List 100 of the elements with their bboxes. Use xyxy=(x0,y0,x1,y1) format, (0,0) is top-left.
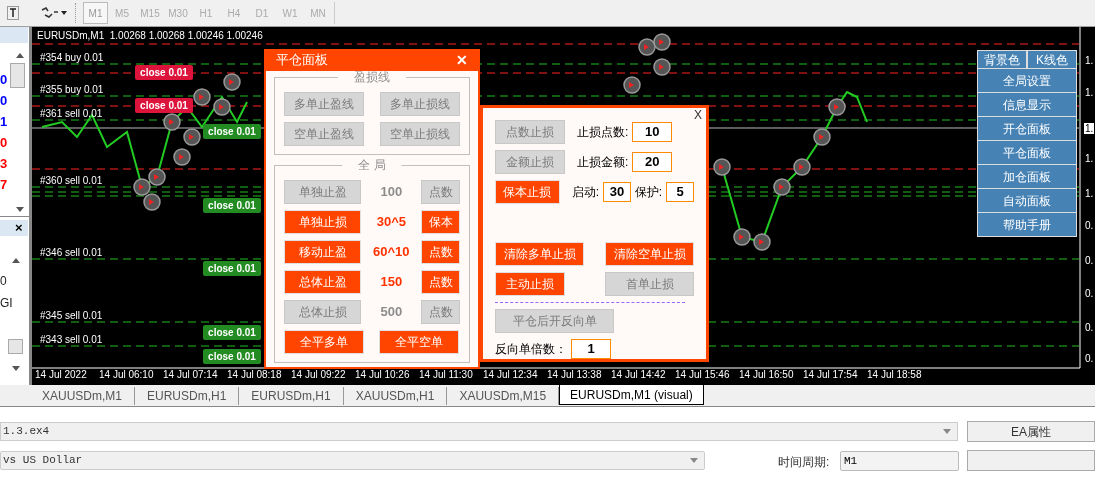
close-icon[interactable]: X xyxy=(694,108,702,122)
input-field[interactable]: 30 xyxy=(603,182,631,202)
timeframe-button[interactable]: MN xyxy=(304,2,332,24)
chart-header: EURUSDm,M1 1.00268 1.00268 1.00246 1.00246 xyxy=(37,30,263,42)
input-field[interactable]: 10 xyxy=(632,122,673,142)
panel-button[interactable]: 点数 xyxy=(421,240,460,264)
panel-button[interactable]: 清除空单止损 xyxy=(605,242,694,266)
input-field[interactable]: 20 xyxy=(632,152,673,172)
menu-button[interactable]: 加仓面板 xyxy=(977,165,1077,189)
trade-marker-icon xyxy=(828,98,846,116)
panel-title: 平仓面板 xyxy=(276,51,328,70)
price-label: 0. xyxy=(1084,220,1095,231)
dropdown-arrow-icon[interactable] xyxy=(943,429,951,434)
menu-button[interactable]: 平仓面板 xyxy=(977,141,1077,165)
chart-tab[interactable]: EURUSDm,H1 xyxy=(135,387,240,405)
panel-button[interactable]: 全平多单 xyxy=(284,330,364,354)
close-order-button[interactable]: close 0.01 xyxy=(203,261,261,276)
time-label: 14 Jul 18:58 xyxy=(867,369,922,381)
trade-marker-icon xyxy=(133,178,151,196)
symbol-dropdown[interactable]: vs US Dollar xyxy=(0,451,705,470)
dropdown-arrow-icon[interactable] xyxy=(690,458,698,463)
timeframe-button[interactable]: D1 xyxy=(248,2,276,24)
close-order-button[interactable]: close 0.01 xyxy=(203,325,261,340)
tester-button[interactable]: EA属性 xyxy=(967,421,1095,442)
panel-button[interactable]: 主动止损 xyxy=(495,272,565,296)
scroll-up-icon[interactable] xyxy=(16,53,24,58)
panel-button[interactable]: 总体止盈 xyxy=(284,270,362,294)
value-text: GI xyxy=(0,295,13,311)
trade-marker-icon xyxy=(163,113,181,131)
close-order-button[interactable]: close 0.01 xyxy=(135,98,193,113)
input-field[interactable]: 5 xyxy=(666,182,694,202)
field-label: 止损点数: xyxy=(577,124,629,141)
objects-dropdown-icon[interactable] xyxy=(41,7,67,19)
chart-tab[interactable]: XAUUSDm,M1 xyxy=(30,387,135,405)
menu-button[interactable]: 自动面板 xyxy=(977,189,1077,213)
panel-button[interactable]: 单独止损 xyxy=(284,210,362,234)
menu-button[interactable]: 开仓面板 xyxy=(977,117,1077,141)
panel-button[interactable]: 保本止损 xyxy=(495,180,560,204)
menu-button[interactable]: K线色 xyxy=(1027,50,1077,69)
trade-marker-icon xyxy=(713,158,731,176)
trade-marker-icon xyxy=(223,73,241,91)
menu-button[interactable]: 全局设置 xyxy=(977,69,1077,93)
value-text: 1 xyxy=(0,113,9,131)
timeframe-button[interactable]: H4 xyxy=(220,2,248,24)
close-icon[interactable]: × xyxy=(15,220,23,236)
price-label: 1. xyxy=(1084,55,1095,66)
panel-button[interactable]: 保本 xyxy=(421,210,460,234)
chart-tab[interactable]: EURUSDm,H1 xyxy=(239,387,344,405)
trade-marker-icon xyxy=(753,233,771,251)
timeframe-button[interactable]: M30 xyxy=(164,2,192,24)
value-text: 3 xyxy=(0,155,9,173)
close-order-button[interactable]: close 0.01 xyxy=(135,65,193,80)
trade-marker-icon xyxy=(213,98,231,116)
scroll-up-icon[interactable] xyxy=(12,258,20,263)
scrollbar-thumb[interactable] xyxy=(8,339,23,354)
order-label: #361 sell 0.01 xyxy=(40,108,103,119)
close-order-button[interactable]: close 0.01 xyxy=(203,349,261,364)
panel-button[interactable]: 全平空单 xyxy=(379,330,459,354)
order-label: #355 buy 0.01 xyxy=(40,84,104,95)
period-dropdown[interactable]: M1 xyxy=(840,451,959,471)
price-label: 0. xyxy=(1084,322,1095,333)
field-label: 反向单倍数： xyxy=(495,341,567,358)
panel-button[interactable]: 点数 xyxy=(421,270,460,294)
panel-button[interactable]: 移动止盈 xyxy=(284,240,362,264)
menu-button[interactable]: 背景色 xyxy=(977,50,1027,69)
value-text: 0 xyxy=(0,71,9,89)
timeframe-button[interactable]: M15 xyxy=(136,2,164,24)
price-label: 1. xyxy=(1084,188,1095,199)
price-label: 0. xyxy=(1084,255,1095,266)
scrollbar-thumb[interactable] xyxy=(10,63,25,88)
trade-marker-icon xyxy=(148,168,166,186)
scroll-down-icon[interactable] xyxy=(12,366,20,371)
timeframe-button[interactable]: M5 xyxy=(108,2,136,24)
close-icon[interactable]: ✕ xyxy=(456,49,468,71)
trade-marker-icon xyxy=(773,178,791,196)
chart-tab[interactable]: XAUUSDm,H1 xyxy=(343,387,448,405)
timeframe-button[interactable]: H1 xyxy=(192,2,220,24)
setting-value: 150 xyxy=(379,273,404,292)
order-label: #354 buy 0.01 xyxy=(40,52,104,63)
text-tool-icon[interactable] xyxy=(7,6,19,20)
time-label: 14 Jul 08:18 xyxy=(227,369,282,381)
dropdown-value: 1.3.ex4 xyxy=(2,424,50,440)
panel-button[interactable]: 清除多单止损 xyxy=(495,242,584,266)
timeframe-button[interactable]: W1 xyxy=(276,2,304,24)
field-label: 止损金额: xyxy=(577,154,629,171)
close-order-button[interactable]: close 0.01 xyxy=(203,198,261,213)
value-text: 7 xyxy=(0,176,9,194)
trade-marker-icon xyxy=(733,228,751,246)
input-field[interactable]: 1 xyxy=(571,339,611,359)
scroll-down-icon[interactable] xyxy=(16,207,24,212)
expert-dropdown[interactable]: 1.3.ex4 xyxy=(0,422,958,441)
trade-marker-icon xyxy=(183,128,201,146)
close-order-button[interactable]: close 0.01 xyxy=(203,124,261,139)
menu-button[interactable]: 帮助手册 xyxy=(977,213,1077,237)
timeframe-button[interactable]: M1 xyxy=(83,2,108,24)
chart-tab[interactable]: EURUSDm,M1 (visual) xyxy=(559,385,704,405)
menu-button[interactable]: 信息显示 xyxy=(977,93,1077,117)
value-text: 0 xyxy=(0,273,8,289)
field-label: 启动: xyxy=(571,184,600,201)
trade-marker-icon xyxy=(653,33,671,51)
